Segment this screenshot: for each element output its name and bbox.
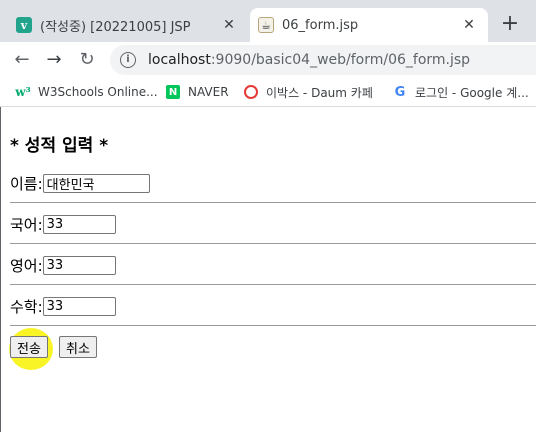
bookmark-naver[interactable]: N NAVER [166, 82, 229, 102]
page-content: * 성적 입력 * 이름: 국어: 영어: 수학: 전송 취소 [0, 107, 536, 432]
divider [10, 202, 536, 203]
jsp-file-icon: ☕ [258, 17, 274, 33]
name-input[interactable] [42, 174, 150, 193]
browser-toolbar: ← → ↻ i localhost:9090/basic04_web/form/… [0, 42, 536, 78]
velog-icon: v [16, 17, 32, 33]
back-arrow-icon[interactable]: ← [10, 48, 34, 72]
field-label: 영어: [10, 257, 43, 275]
korean-score-input[interactable] [42, 215, 116, 234]
info-icon[interactable]: i [120, 52, 136, 68]
field-label: 이름: [10, 175, 43, 193]
submit-button[interactable]: 전송 [10, 336, 48, 358]
tab-06-form[interactable]: ☕ 06_form.jsp ✕ [250, 8, 488, 42]
divider [10, 284, 536, 285]
math-score-row: 수학: [10, 296, 116, 317]
bookmark-label: 로그인 - Google 계... [415, 85, 529, 100]
forward-arrow-icon[interactable]: → [42, 48, 66, 72]
name-row: 이름: [10, 173, 150, 194]
english-score-row: 영어: [10, 255, 116, 276]
bookmarks-bar: w³ W3Schools Online... N NAVER 이박스 - Dau… [0, 78, 536, 107]
bookmark-w3schools[interactable]: w³ W3Schools Online... [15, 82, 158, 102]
url-text: localhost:9090/basic04_web/form/06_form.… [148, 52, 471, 68]
bookmark-label: NAVER [188, 85, 229, 99]
bookmark-label: 이박스 - Daum 카페 [266, 85, 373, 100]
tab-velog-draft[interactable]: v (작성중) [20221005] JSP ✕ [8, 8, 248, 42]
w3schools-icon: w³ [15, 85, 31, 99]
reload-icon[interactable]: ↻ [75, 48, 99, 72]
tab-strip: v (작성중) [20221005] JSP ✕ ☕ 06_form.jsp ✕… [0, 0, 536, 42]
bookmark-label: W3Schools Online... [38, 85, 158, 99]
page-title: * 성적 입력 * [10, 136, 109, 156]
bookmark-google-login[interactable]: G 로그인 - Google 계... [393, 82, 529, 102]
field-label: 수학: [10, 298, 43, 316]
new-tab-button[interactable]: + [498, 13, 522, 37]
tab-title: (작성중) [20221005] JSP [40, 19, 191, 35]
close-icon[interactable]: ✕ [460, 17, 478, 33]
daum-icon [244, 85, 258, 99]
address-bar[interactable]: i localhost:9090/basic04_web/form/06_for… [110, 45, 536, 75]
reset-button[interactable]: 취소 [59, 336, 97, 358]
bookmark-daum-cafe[interactable]: 이박스 - Daum 카페 [244, 82, 373, 102]
tab-title: 06_form.jsp [282, 17, 359, 33]
google-icon: G [394, 84, 406, 100]
field-label: 국어: [10, 216, 43, 234]
divider [10, 243, 536, 244]
naver-icon: N [166, 85, 180, 99]
korean-score-row: 국어: [10, 214, 116, 235]
divider [10, 325, 536, 326]
english-score-input[interactable] [42, 256, 116, 275]
close-icon[interactable]: ✕ [220, 17, 238, 33]
math-score-input[interactable] [42, 297, 116, 316]
